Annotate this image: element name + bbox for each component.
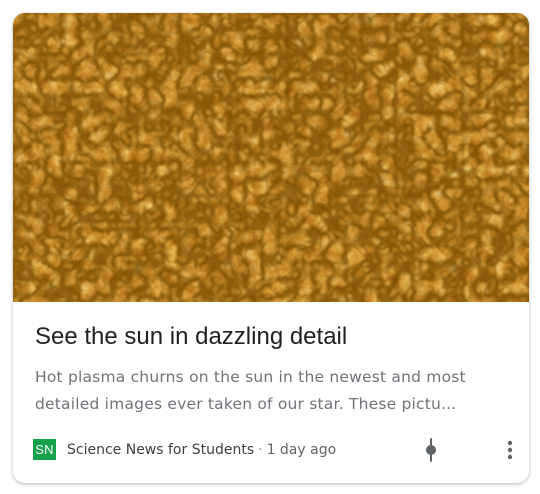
- source-logo[interactable]: SN: [33, 439, 56, 460]
- related-coverage-icon: [426, 438, 436, 462]
- meta-separator: ·: [258, 442, 263, 458]
- article-snippet: Hot plasma churns on the sun in the newe…: [35, 368, 466, 413]
- publish-time: 1 day ago: [266, 442, 337, 458]
- more-options-button[interactable]: [496, 436, 524, 464]
- hero-image[interactable]: [13, 13, 529, 302]
- source-name[interactable]: Science News for Students: [67, 442, 254, 458]
- headline[interactable]: See the sun in dazzling detail: [35, 321, 515, 353]
- more-vert-icon: [507, 440, 513, 460]
- related-coverage-button[interactable]: [417, 436, 445, 464]
- card-footer: SN Science News for Students · 1 day ago: [33, 436, 513, 464]
- source-meta: Science News for Students · 1 day ago: [67, 440, 336, 460]
- news-card[interactable]: See the sun in dazzling detail Hot plasm…: [13, 13, 529, 483]
